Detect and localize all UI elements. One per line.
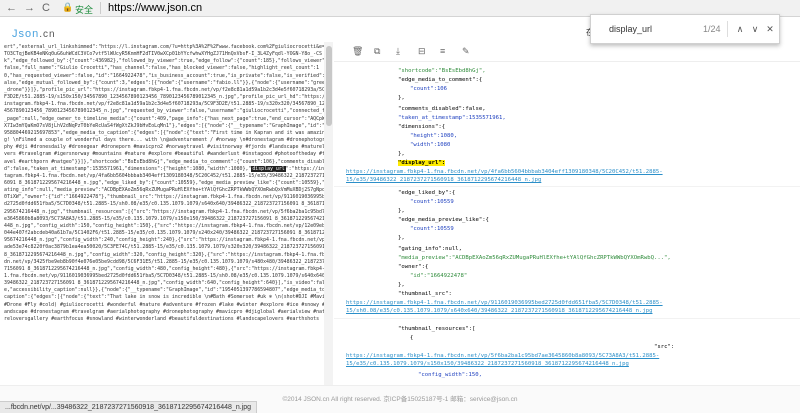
json-tree-line: "comments_disabled":false, [398,106,486,112]
url-separator [100,2,101,14]
json-tree-line: "config_width":150, [418,372,482,378]
json-tree-line: "media_preview":"ACDBpEXAoZm56qRxZUMugaP… [398,255,671,261]
collapse-icon[interactable]: ⊟ [418,46,426,57]
footer-text: ©2014 JSON.cn All right reserved. 京ICP备1… [282,396,518,403]
find-input[interactable]: display_url [609,24,652,34]
json-tree-line: }, [398,235,405,241]
find-prev-button[interactable]: ∧ [733,21,747,37]
lock-icon: 🔒 [62,2,74,12]
json-tree-line: { [410,335,414,341]
display-url-key: "display_url": [398,160,446,166]
json-tree-line: "count":10559 [410,199,454,205]
viewer-toolbar: 🗑 ⧉ ⤓ ⊟ ≡ ✎ [334,42,800,62]
row-divider [334,318,800,319]
json-tree-line: "shortcode":"BsEsEbd8hGj", [398,68,486,74]
json-url-link[interactable]: 15/e35/c0.135.1079.1079/s150x150/3948632… [346,361,629,368]
logo-suffix: .cn [39,29,56,40]
url-text: https://www.json.cn [108,2,203,14]
find-next-button[interactable]: ∨ [748,21,762,37]
json-tree-line: "edge_media_to_comment":{ [398,77,483,83]
display-url-link-2[interactable]: 15/e35/39486322_2187237271560918_3618712… [346,177,541,184]
json-tree-line: }, [398,95,405,101]
json-tree-line: "height":1080, [410,133,458,139]
download-icon[interactable]: ⤓ [396,46,400,57]
json-tree-line: "edge_media_preview_like":{ [398,217,489,223]
json-url-link[interactable]: https://instagram.fbkp4-1.fna.fbcdn.net/… [346,353,659,360]
json-tree-line: }, [398,151,405,157]
json-url-link[interactable]: 15/sh0.08/e35/c0.135.1079.1079/s640x640/… [346,308,652,315]
left-scrollbar-thumb[interactable] [326,46,332,126]
json-tree-line: "taken_at_timestamp":1535571961, [398,115,506,121]
logo-text: Json [12,28,40,40]
json-input-pane[interactable]: ert","external_url_linkshimmed":"https:/… [0,42,333,385]
find-close-button[interactable]: ✕ [763,21,777,37]
status-url-bubble: ...fbcdn.net/vp/...39486322_218723727156… [0,401,258,413]
find-divider [727,21,728,37]
json-tree-line: "edge_liked_by":{ [398,190,456,196]
json-tree-line: "thumbnail_src": [398,291,452,297]
json-tree-line: "count":10559 [410,226,454,232]
json-url-link[interactable]: https://instagram.fbkp4-1.fna.fbcdn.net/… [346,300,663,307]
back-icon[interactable]: ← [6,1,17,15]
json-tree-line: "thumbnail_resources":[ [398,326,476,332]
format-icon[interactable]: ≡ [440,46,445,56]
reload-icon[interactable]: C [42,1,50,15]
json-tree-line: "id":"1664922478" [410,273,468,279]
row-divider [334,186,800,187]
find-match-highlight: display_url [251,165,286,172]
json-tree-pane[interactable]: "display_url": https://instagram.fbkp4-1… [334,62,800,385]
json-tree-line: "dimensions":{ [398,124,446,130]
copy-icon[interactable]: ⧉ [374,46,380,57]
display-url-key-line: "display_url": [398,160,446,167]
json-input-text[interactable]: ert","external_url_linkshimmed":"https:/… [0,42,332,323]
json-tree-line: "count":106 [410,86,448,92]
site-logo[interactable]: Json.cn [12,28,56,40]
forward-icon[interactable]: → [24,1,35,15]
json-tree-line: "width":1080 [410,142,451,148]
json-tree-line: }, [398,282,405,288]
json-tree-line: "owner":{ [398,264,429,270]
json-input-after: ":"https://instagram.fbkp4-1.fna.fbcdn.n… [4,165,328,322]
secure-label: 安全 [75,5,94,15]
display-url-link-1[interactable]: https://instagram.fbkp4-1.fna.fbcdn.net/… [346,169,663,176]
edit-icon[interactable]: ✎ [462,46,470,57]
find-bar: display_url 1/24 ∧ ∨ ✕ [590,14,780,44]
address-bar[interactable]: https://www.json.cn [108,2,202,14]
json-tree-line: }, [398,208,405,214]
json-tree-line: "gating_info":null, [398,246,462,252]
trash-icon[interactable]: 🗑 [352,46,363,57]
json-input-before: ert","external_url_linkshimmed":"https:/… [4,44,328,172]
json-tree-line: "src": [654,344,675,350]
find-match-count: 1/24 [703,24,721,34]
